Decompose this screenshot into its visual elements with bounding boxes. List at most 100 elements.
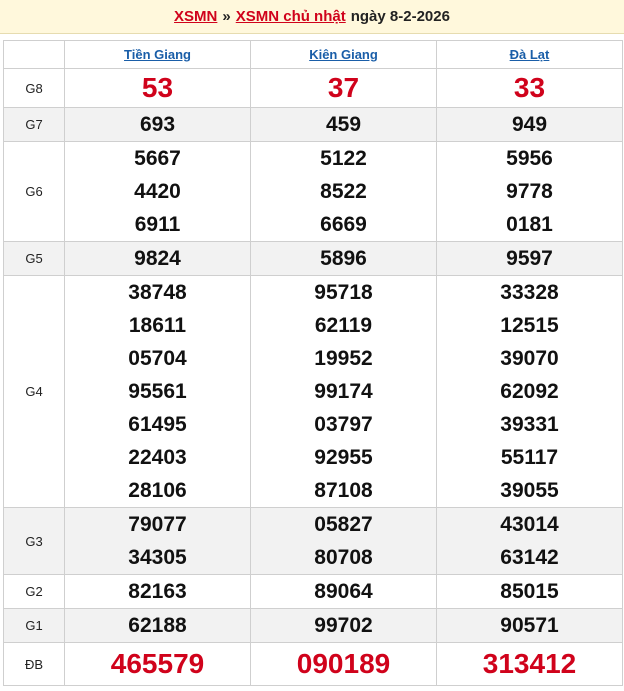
prize-row-g8: G8 53 37 33 [3,68,623,108]
prize-number: 6911 [134,213,181,236]
prize-number: 79077 [128,513,187,536]
prize-number: 6669 [320,213,367,236]
prize-row-g2: G2 82163 89064 85015 [3,574,623,609]
prize-number: 99702 [314,614,373,637]
prize-cell: 5122 8522 6669 [250,141,437,242]
prize-label: G3 [3,507,65,575]
prize-number: 9778 [506,180,553,203]
prize-cell: 37 [250,68,437,108]
prize-cell: 5956 9778 0181 [436,141,623,242]
prize-row-g7: G7 693 459 949 [3,107,623,142]
prize-row-db: ĐB 465579 090189 313412 [3,642,623,686]
prize-number: 89064 [314,580,373,603]
page-header: XSMN » XSMN chủ nhật ngày 8-2-2026 [0,0,624,34]
prize-number: 5667 [134,147,181,170]
prize-number: 9597 [506,247,553,270]
prize-label: G5 [3,241,65,276]
prize-cell: 38748 18611 05704 95561 61495 22403 28106 [64,275,251,508]
prize-number: 62188 [128,614,187,637]
prize-label: G4 [3,275,65,508]
prize-number: 949 [511,113,548,136]
prize-number: 05704 [128,347,187,370]
prize-number: 0181 [506,213,553,236]
prize-number: 4420 [134,180,181,203]
prize-cell: 85015 [436,574,623,609]
prize-cell: 99702 [250,608,437,643]
prize-cell: 95718 62119 19952 99174 03797 92955 87108 [250,275,437,508]
province-link-tien-giang[interactable]: Tiền Giang [124,47,191,62]
prize-cell: 79077 34305 [64,507,251,575]
draw-date: ngày 8-2-2026 [350,8,450,25]
prize-number: 8522 [320,180,367,203]
prize-cell: 465579 [64,642,251,686]
prize-number: 28106 [128,479,187,502]
prize-number: 39331 [500,413,559,436]
prize-number: 55117 [500,446,559,469]
prize-number: 465579 [110,648,205,679]
prize-number: 459 [325,113,362,136]
results-table: Tiền Giang Kiên Giang Đà Lạt G8 53 37 33 G7 6… [3,40,623,686]
prize-number: 37 [327,72,360,103]
xsmn-link[interactable]: XSMN [174,8,217,25]
prize-cell: 53 [64,68,251,108]
prize-number: 22403 [128,446,187,469]
province-link-kien-giang[interactable]: Kiên Giang [309,47,378,62]
province-link-da-lat[interactable]: Đà Lạt [510,47,550,62]
prize-row-g4: G4 38748 18611 05704 95561 61495 22403 28106 957… [3,275,623,508]
prize-number: 313412 [482,648,577,679]
prize-cell: 62188 [64,608,251,643]
prize-number: 5122 [320,147,367,170]
prize-cell: 090189 [250,642,437,686]
prize-number: 62119 [314,314,373,337]
province-header: Kiên Giang [250,40,437,69]
prize-cell: 5896 [250,241,437,276]
prize-number: 87108 [314,479,373,502]
prize-label: G6 [3,141,65,242]
prize-row-g6: G6 5667 4420 6911 5122 8522 6669 5956 9778 0181 [3,141,623,242]
prize-cell: 949 [436,107,623,142]
prize-cell: 33 [436,68,623,108]
prize-number: 80708 [314,546,373,569]
prize-number: 5896 [320,247,367,270]
prize-number: 95561 [128,380,187,403]
prize-number: 34305 [128,546,187,569]
prize-label: G7 [3,107,65,142]
prize-number: 18611 [128,314,187,337]
prize-row-g1: G1 62188 99702 90571 [3,608,623,643]
results-body: G8 53 37 33 G7 693 459 949 G6 5667 4420 6911 5122 852… [3,68,623,686]
prize-number: 9824 [134,247,181,270]
prize-cell: 89064 [250,574,437,609]
prize-row-g3: G3 79077 34305 05827 80708 43014 63142 [3,507,623,575]
prize-number: 12515 [500,314,559,337]
prize-cell: 9824 [64,241,251,276]
prize-cell: 693 [64,107,251,142]
prize-number: 85015 [500,580,559,603]
prize-number: 33 [513,72,546,103]
prize-number: 19952 [314,347,373,370]
prize-number: 92955 [314,446,373,469]
prize-number: 62092 [500,380,559,403]
prize-number: 39070 [500,347,559,370]
breadcrumb-separator: » [222,8,231,25]
prize-cell: 43014 63142 [436,507,623,575]
prize-number: 82163 [128,580,187,603]
province-header: Đà Lạt [436,40,623,69]
prize-number: 38748 [128,281,187,304]
prize-cell: 05827 80708 [250,507,437,575]
prize-cell: 33328 12515 39070 62092 39331 55117 39055 [436,275,623,508]
prize-number: 99174 [314,380,373,403]
prize-number: 090189 [296,648,391,679]
prize-cell: 459 [250,107,437,142]
prize-number: 33328 [500,281,559,304]
province-header-row: Tiền Giang Kiên Giang Đà Lạt [3,40,623,69]
prize-label: G8 [3,68,65,108]
prize-label: ĐB [3,642,65,686]
prize-number: 95718 [314,281,373,304]
prize-number: 5956 [506,147,553,170]
prize-cell: 9597 [436,241,623,276]
prize-number: 90571 [500,614,559,637]
prize-row-g5: G5 9824 5896 9597 [3,241,623,276]
xsmn-sunday-link[interactable]: XSMN chủ nhật [236,8,346,25]
prize-cell: 5667 4420 6911 [64,141,251,242]
prize-number: 63142 [500,546,559,569]
